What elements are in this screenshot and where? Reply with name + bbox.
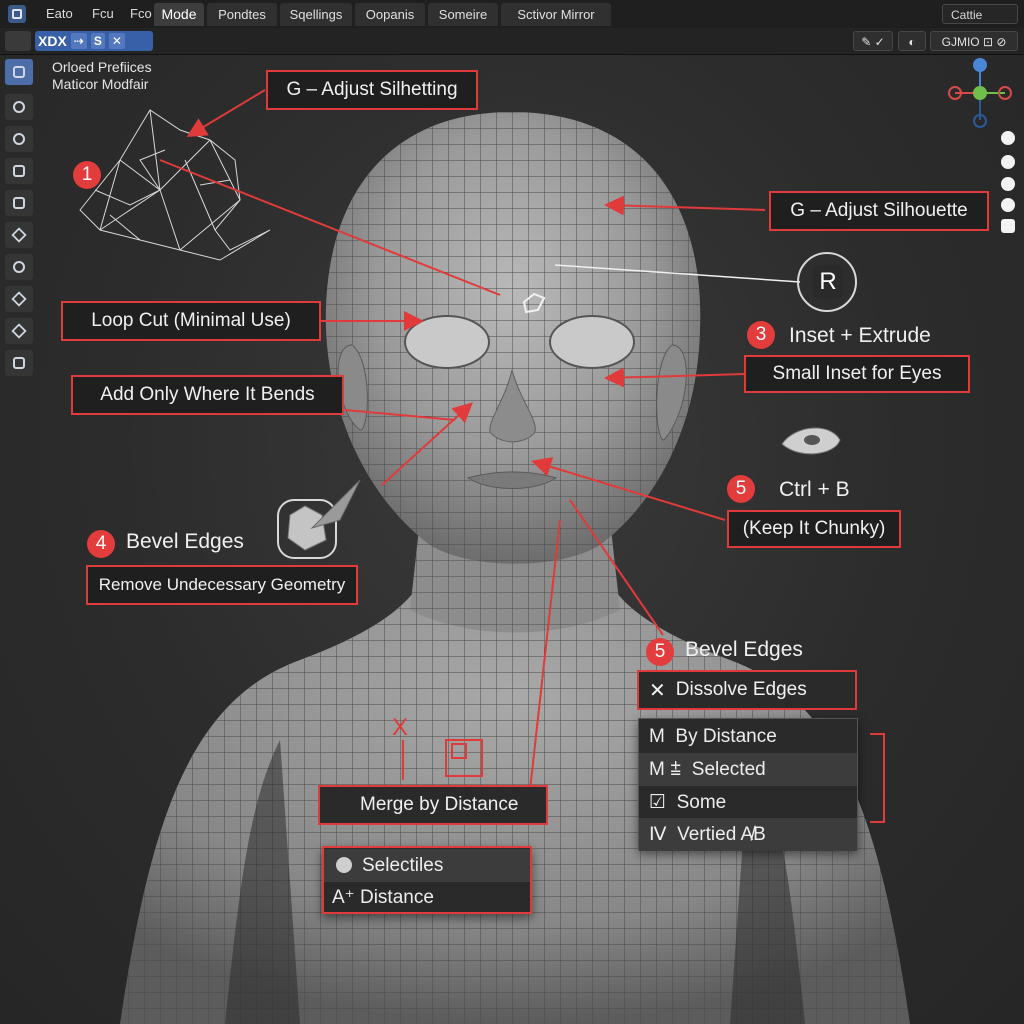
- menu-key-m: M: [649, 726, 665, 747]
- dissolve-dropdown-menu: M By Distance M ⩲ Selected ☑ Some Ⅳ Vert…: [638, 718, 858, 851]
- step-badge-5b: 5: [646, 638, 674, 666]
- step-badge-5a: 5: [727, 475, 755, 503]
- r-key-hint: R: [797, 252, 857, 312]
- pan-icon[interactable]: [1001, 155, 1015, 169]
- step-badge-4: 4: [87, 530, 115, 558]
- merge-dropdown-menu: Selectiles A⁺ Distance: [322, 846, 532, 914]
- menu-label-selectiles: Selectiles: [362, 855, 444, 876]
- gizmo-neg-z-axis[interactable]: [973, 114, 987, 128]
- callout-adjust-silhouette: G – Adjust Silhouette: [769, 191, 989, 231]
- checkbox-icon: ☑: [649, 792, 667, 813]
- callout-remove-geometry: Remove Undecessary Geometry: [86, 565, 358, 605]
- camera-icon[interactable]: [1001, 177, 1015, 191]
- heading-bevel-edges-right: Bevel Edges: [685, 638, 803, 661]
- annotate-tool-icon[interactable]: [4, 253, 34, 281]
- perspective-icon[interactable]: [1001, 198, 1015, 212]
- callout-loop-cut: Loop Cut (Minimal Use): [61, 301, 321, 341]
- rotate-tool-icon[interactable]: [4, 157, 34, 185]
- dissolve-edges-button[interactable]: ✕ Dissolve Edges: [637, 670, 857, 710]
- menu-row-selected[interactable]: M ⩲ Selected: [639, 753, 857, 786]
- dissolve-edges-label: Dissolve Edges: [675, 679, 807, 700]
- gizmo-x-axis[interactable]: [998, 86, 1012, 100]
- viewport-info-line1: Orloed Prefiices: [52, 59, 152, 75]
- menu-label-vertied: Vertied A̸B: [677, 824, 766, 845]
- menu-row-selectiles[interactable]: Selectiles: [324, 849, 530, 882]
- dissolve-close-icon: ✕: [649, 679, 666, 702]
- select-box-tool-icon[interactable]: [4, 58, 34, 86]
- cursor-tool-icon[interactable]: [4, 93, 34, 121]
- bevel-mesh-preview: [277, 479, 361, 559]
- step-badge-3: 3: [747, 321, 775, 349]
- menu-row-by-distance[interactable]: M By Distance: [639, 720, 857, 753]
- menu-key-m-a: M ⩲: [649, 759, 682, 780]
- heading-ctrl-b: Ctrl + B: [779, 478, 850, 501]
- selectiles-icon: [336, 857, 352, 873]
- gizmo-y-axis[interactable]: [973, 86, 987, 100]
- move-tool-icon[interactable]: [4, 125, 34, 153]
- measure-tool-icon[interactable]: [4, 285, 34, 313]
- wireframe-mesh-preview: [79, 109, 271, 261]
- menu-label-distance: Distance: [359, 887, 434, 908]
- gizmo-z-axis[interactable]: [973, 58, 987, 72]
- menu-row-some[interactable]: ☑ Some: [639, 786, 857, 819]
- add-cube-tool-icon[interactable]: [4, 317, 34, 345]
- callout-keep-chunky: (Keep It Chunky): [727, 510, 901, 548]
- vertex-icon: Ⅳ: [649, 824, 667, 845]
- heading-bevel-edges-left: Bevel Edges: [126, 530, 244, 553]
- eye-mesh-preview: [781, 427, 841, 455]
- step-badge-1: 1: [73, 161, 101, 189]
- menu-row-vertied[interactable]: Ⅳ Vertied A̸B: [639, 818, 857, 851]
- transform-tool-icon[interactable]: [4, 221, 34, 249]
- menu-label-some: Some: [676, 792, 727, 813]
- viewport-info-line2: Maticor Modfair: [52, 76, 149, 92]
- r-key-label: R: [813, 265, 843, 299]
- menu-key-a-plus: A⁺: [332, 887, 355, 908]
- menu-label-selected: Selected: [691, 759, 766, 780]
- grid-icon[interactable]: [1001, 219, 1015, 233]
- scale-tool-icon[interactable]: [4, 189, 34, 217]
- extrude-tool-icon[interactable]: [4, 349, 34, 377]
- x-mark: X: [392, 714, 409, 741]
- merge-by-distance-button[interactable]: Merge by Distance: [318, 785, 548, 825]
- heading-inset-extrude: Inset + Extrude: [789, 324, 931, 347]
- callout-add-only: Add Only Where It Bends: [71, 375, 344, 415]
- gizmo-neg-x-axis[interactable]: [948, 86, 962, 100]
- callout-small-inset: Small Inset for Eyes: [744, 355, 970, 393]
- menu-label-by-distance: By Distance: [675, 726, 777, 747]
- zoom-icon[interactable]: [1001, 131, 1015, 145]
- callout-adjust-silhetting: G – Adjust Silhetting: [266, 70, 478, 110]
- tool-shelf: [4, 58, 38, 378]
- menu-row-distance[interactable]: A⁺ Distance: [324, 881, 530, 914]
